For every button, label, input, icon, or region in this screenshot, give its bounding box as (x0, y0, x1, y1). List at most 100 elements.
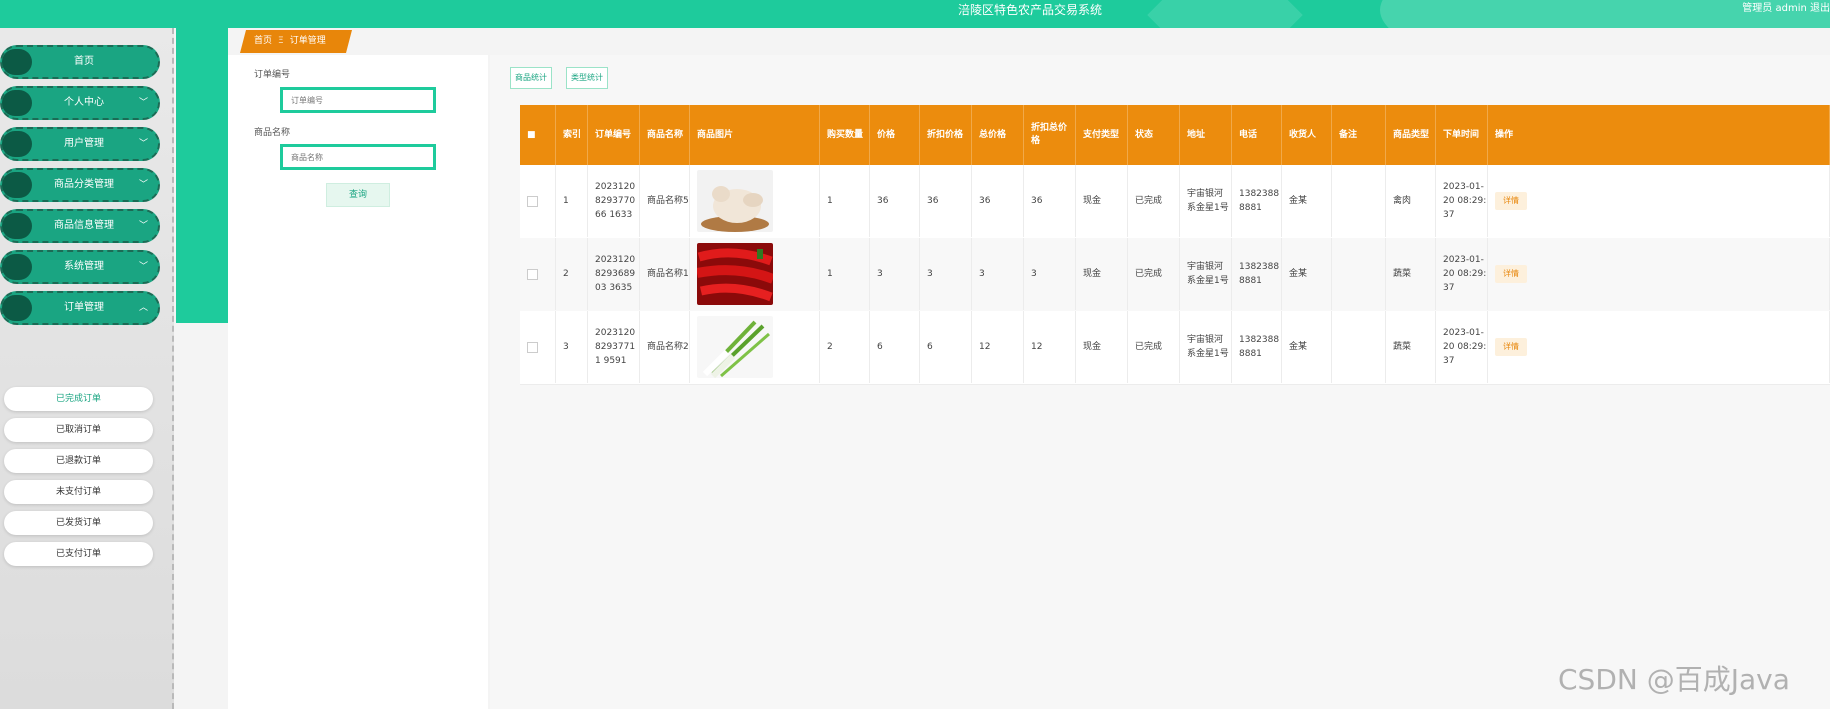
chevron-icon: ﹀ (138, 221, 148, 231)
column-header: 订单编号 (588, 105, 640, 165)
cell-idx: 2 (556, 238, 588, 310)
cell-order-no: 2023120829368903 3635 (588, 238, 640, 310)
product-name-input[interactable] (280, 144, 436, 170)
row-checkbox[interactable] (527, 195, 538, 207)
menu-dot-icon (2, 131, 32, 157)
sidebar-menu-item[interactable]: 商品分类管理 ﹀ (0, 168, 160, 202)
search-panel: 订单编号 商品名称 查询 (228, 55, 488, 709)
action-cell: 详情 (1488, 311, 1830, 383)
row-checkbox[interactable] (527, 268, 538, 280)
type-stats-button[interactable]: 类型统计 (566, 67, 608, 89)
column-header: 总价格 (972, 105, 1024, 165)
column-header: 折扣总价格 (1024, 105, 1076, 165)
breadcrumb-separator: Ξ (278, 36, 284, 46)
app-title: 涪陵区特色农产品交易系统 (957, 3, 1102, 17)
product-name-label: 商品名称 (254, 128, 291, 138)
cell-type: 蔬菜 (1386, 311, 1436, 383)
sidebar-menu-item[interactable]: 系统管理 ﹀ (0, 250, 160, 284)
search-button[interactable]: 查询 (326, 183, 390, 207)
submenu-item[interactable]: 未支付订单 (4, 480, 153, 504)
detail-button[interactable]: 详情 (1495, 338, 1527, 356)
breadcrumb-home[interactable]: 首页 (254, 36, 272, 46)
menu-dot-icon (2, 172, 32, 198)
cell-qty: 1 (820, 165, 870, 237)
cell-time: 2023-01-20 08:29:37 (1436, 311, 1488, 383)
submenu-item[interactable]: 已完成订单 (4, 387, 153, 411)
menu-item-label: 订单管理 (64, 302, 104, 313)
submenu-item[interactable]: 已发货订单 (4, 511, 153, 535)
menu-item-label: 用户管理 (64, 138, 104, 149)
decorative-strip (176, 28, 228, 323)
cell-address: 宇宙银河系金星1号 (1180, 311, 1232, 383)
cell-discount-total: 3 (1024, 238, 1076, 310)
product-stats-button[interactable]: 商品统计 (510, 67, 552, 89)
row-checkbox[interactable] (527, 341, 538, 353)
cell-pay: 现金 (1076, 165, 1128, 237)
action-cell: 详情 (1488, 165, 1830, 237)
cell-total: 3 (972, 238, 1024, 310)
cell-receiver: 金某 (1282, 311, 1332, 383)
submenu-item[interactable]: 已退款订单 (4, 449, 153, 473)
top-bar: 涪陵区特色农产品交易系统 管理员 admin 退出 (0, 0, 1830, 28)
cell-total: 12 (972, 311, 1024, 383)
column-header: 折扣价格 (920, 105, 972, 165)
menu-dot-icon (2, 254, 32, 280)
detail-button[interactable]: 详情 (1495, 192, 1527, 210)
row-select-cell (520, 165, 556, 237)
column-header: 下单时间 (1436, 105, 1488, 165)
scallion-image (697, 316, 773, 378)
menu-dot-icon (2, 90, 32, 116)
cell-phone: 13823888881 (1232, 238, 1282, 310)
column-header[interactable]: ■ (520, 105, 556, 165)
table-header: ■ 索引 订单编号 商品名称 商品图片 购买数量 价格 折扣价格 总价格 折扣总价格 支付类型 状态地… (520, 105, 1830, 165)
cell-name: 商品名称2 (640, 311, 690, 383)
cell-discount-price: 6 (920, 311, 972, 383)
row-select-cell (520, 238, 556, 310)
cell-receiver: 金某 (1282, 165, 1332, 237)
sidebar-menu-item[interactable]: 用户管理 ﹀ (0, 127, 160, 161)
column-header: 支付类型 (1076, 105, 1128, 165)
column-header: 商品名称 (640, 105, 690, 165)
cell-name: 商品名称1 (640, 238, 690, 310)
breadcrumb-current: 订单管理 (289, 36, 326, 46)
cell-order-no: 2023120829377066 1633 (588, 165, 640, 237)
product-image-cell (690, 311, 820, 383)
cell-status: 已完成 (1128, 165, 1180, 237)
cell-discount-total: 36 (1024, 165, 1076, 237)
sidebar-menu-item[interactable]: 首页 (0, 45, 160, 79)
cell-total: 36 (972, 165, 1024, 237)
cell-status: 已完成 (1128, 238, 1180, 310)
cell-qty: 1 (820, 238, 870, 310)
submenu-item[interactable]: 已取消订单 (4, 418, 153, 442)
table-row: 2 2023120829368903 3635 商品名称1 1 3 3 3 3 现金 已完成 宇宙银… (520, 238, 1830, 312)
menu-item-label: 个人中心 (64, 97, 104, 108)
chevron-icon: ︿ (138, 303, 148, 313)
product-image-cell (690, 165, 820, 237)
menu-item-label: 商品分类管理 (54, 179, 114, 190)
cell-type: 蔬菜 (1386, 238, 1436, 310)
main-panel: 商品统计 类型统计 ■ 索引 订单编号 商品名称 商品图片 购买数量 价格 折扣价格 总价格 折扣… (490, 55, 1830, 709)
menu-dot-icon (2, 49, 32, 75)
sidebar-menu-item[interactable]: 订单管理 ︿ (0, 291, 160, 325)
user-info[interactable]: 管理员 admin 退出 (1742, 0, 1830, 18)
menu-item-label: 系统管理 (64, 261, 104, 272)
cell-name: 商品名称5 (640, 165, 690, 237)
cell-price: 3 (870, 238, 920, 310)
order-no-input[interactable] (280, 87, 436, 113)
column-header: 操作 (1488, 105, 1830, 165)
breadcrumb: 首页 Ξ 订单管理 (240, 30, 352, 53)
submenu-item[interactable]: 已支付订单 (4, 542, 153, 566)
row-select-cell (520, 311, 556, 383)
detail-button[interactable]: 详情 (1495, 265, 1527, 283)
sidebar: 首页 个人中心 ﹀ 用户管理 ﹀ 商品分类管理 ﹀ 商品信息管理 ﹀ 系统管理 ﹀ 订单管理 ︿ 已完成… (0, 28, 174, 709)
cell-time: 2023-01-20 08:29:37 (1436, 165, 1488, 237)
table-row: 3 202312082937711 9591 商品名称2 2 6 6 12 12 现金 已完成 宇宙… (520, 311, 1830, 385)
sidebar-menu-item[interactable]: 个人中心 ﹀ (0, 86, 160, 120)
table-row: 1 2023120829377066 1633 商品名称5 1 36 36 36 36 现金 已完… (520, 165, 1830, 239)
sidebar-menu-item[interactable]: 商品信息管理 ﹀ (0, 209, 160, 243)
cell-discount-price: 36 (920, 165, 972, 237)
pepper-image (697, 243, 773, 305)
cell-phone: 13823888881 (1232, 311, 1282, 383)
column-header: 商品图片 (690, 105, 820, 165)
cell-qty: 2 (820, 311, 870, 383)
